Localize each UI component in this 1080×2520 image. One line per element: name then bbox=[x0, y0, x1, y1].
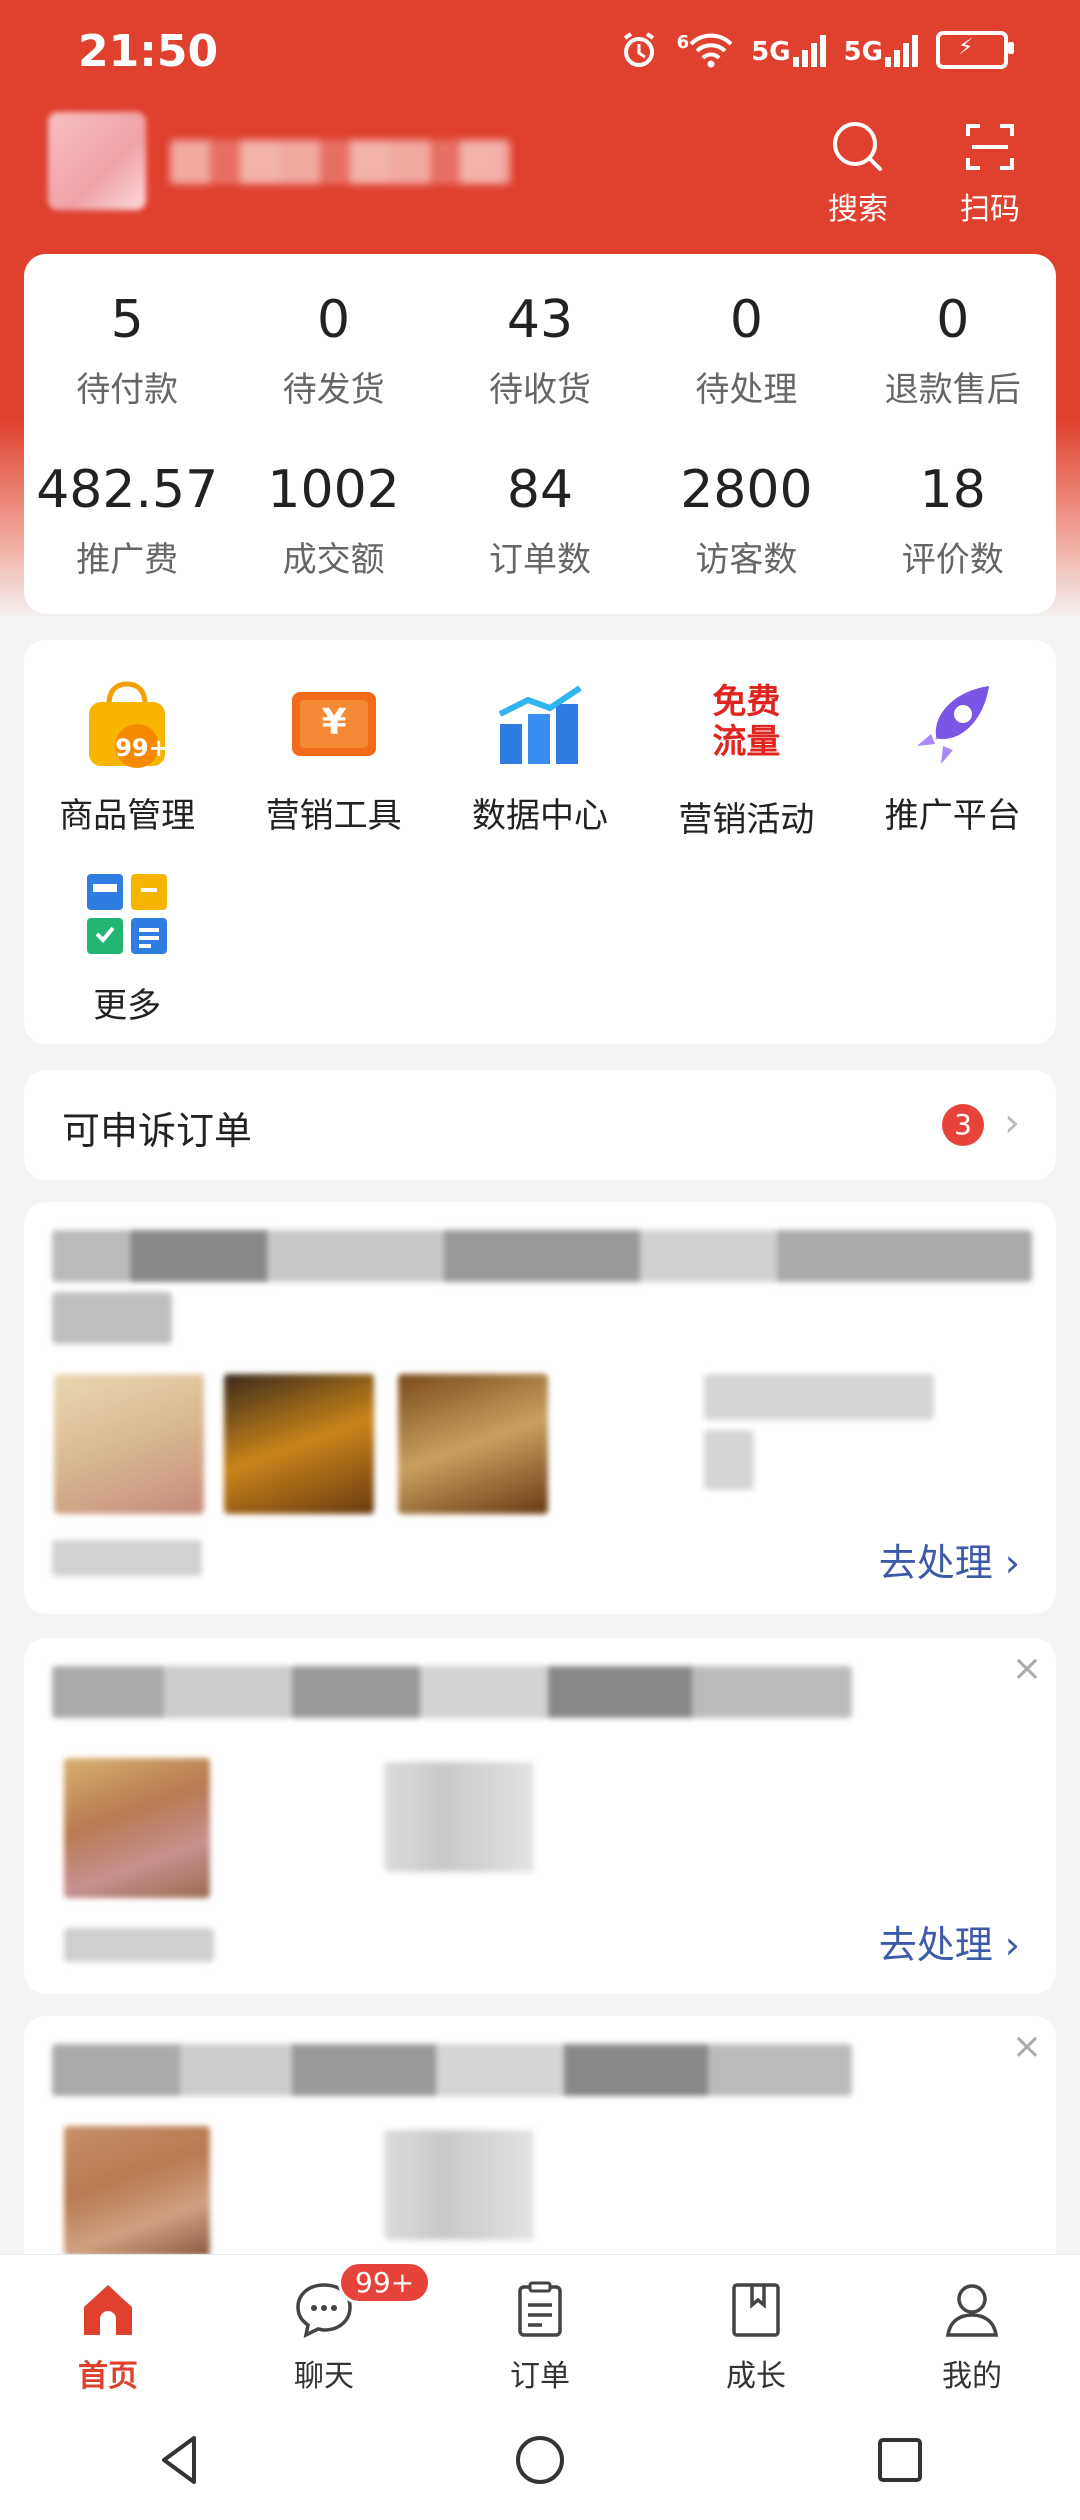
close-icon[interactable]: × bbox=[1012, 1648, 1042, 1689]
handle-order-button[interactable]: 去处理 › bbox=[879, 1532, 1020, 1587]
product-thumbnail[interactable] bbox=[64, 1758, 210, 1898]
search-button[interactable]: 搜索 bbox=[808, 114, 908, 228]
signal-icon bbox=[885, 33, 918, 67]
stat-review-count[interactable]: 18 评价数 bbox=[850, 460, 1056, 581]
battery-icon: ⚡ bbox=[936, 31, 1014, 69]
stat-refund-aftersale[interactable]: 0 退款售后 bbox=[850, 290, 1056, 411]
appeal-count-badge: 3 bbox=[942, 1104, 984, 1146]
tools-grid-card: 99+ 商品管理 ¥ 营销工具 数据中心 免费 流量 营销活动 推广平台 更多 bbox=[24, 640, 1056, 1044]
home-circle-icon[interactable] bbox=[510, 2430, 570, 2490]
free-traffic-icon: 免费 流量 bbox=[700, 678, 792, 774]
home-icon bbox=[84, 2285, 132, 2335]
close-icon[interactable]: × bbox=[1012, 2026, 1042, 2067]
free-text: 免费 bbox=[712, 682, 781, 722]
stat-pending-receipt[interactable]: 43 待收货 bbox=[437, 290, 643, 411]
back-icon[interactable] bbox=[150, 2430, 210, 2490]
order-card: × 去处理 › bbox=[24, 1638, 1056, 1994]
tab-growth[interactable]: 成长 bbox=[648, 2255, 864, 2401]
order-status-row: 5 待付款 0 待发货 43 待收货 0 待处理 0 退款售后 bbox=[24, 290, 1056, 411]
bar-chart-icon bbox=[494, 678, 586, 770]
order-info-redacted bbox=[384, 1762, 534, 1872]
order-info-redacted bbox=[384, 2130, 534, 2240]
network-type-2: 5G bbox=[843, 37, 883, 67]
order-title-redacted bbox=[52, 1666, 852, 1718]
business-metrics-row: 482.57 推广费 1002 成交额 84 订单数 2800 访客数 18 评价数 bbox=[24, 460, 1056, 581]
order-info-redacted bbox=[704, 1430, 754, 1490]
coupon-icon: ¥ bbox=[283, 678, 384, 770]
order-card: × bbox=[24, 2016, 1056, 2276]
tool-data-center[interactable]: 数据中心 bbox=[437, 678, 643, 841]
order-title-redacted bbox=[52, 2044, 852, 2096]
network-type-1: 5G bbox=[751, 37, 791, 67]
tool-product-management[interactable]: 99+ 商品管理 bbox=[24, 678, 230, 841]
alarm-icon bbox=[623, 32, 654, 67]
shop-avatar[interactable] bbox=[48, 112, 146, 210]
product-thumbnail[interactable] bbox=[224, 1374, 374, 1514]
product-badge: 99+ bbox=[115, 734, 169, 762]
shop-header: 搜索 扫码 bbox=[0, 100, 1080, 250]
appeal-title: 可申诉订单 bbox=[62, 1109, 253, 1153]
stat-visitor-count[interactable]: 2800 访客数 bbox=[643, 460, 849, 581]
tools-row-1: 99+ 商品管理 ¥ 营销工具 数据中心 免费 流量 营销活动 推广平台 bbox=[24, 678, 1056, 841]
wifi-icon bbox=[689, 33, 733, 68]
scan-icon bbox=[966, 124, 1014, 170]
product-thumbnail[interactable] bbox=[398, 1374, 548, 1514]
order-title-redacted bbox=[52, 1230, 1032, 1282]
more-grid-icon bbox=[81, 868, 173, 960]
stat-order-count[interactable]: 84 订单数 bbox=[437, 460, 643, 581]
tool-more[interactable]: 更多 bbox=[24, 868, 230, 1027]
tab-orders[interactable]: 订单 bbox=[432, 2255, 648, 2401]
product-thumbnail[interactable] bbox=[54, 1374, 204, 1514]
stat-pending-handling[interactable]: 0 待处理 bbox=[643, 290, 849, 411]
handle-order-button[interactable]: 去处理 › bbox=[879, 1914, 1020, 1969]
recents-icon[interactable] bbox=[870, 2430, 930, 2490]
status-icons: 6 5G 5G ⚡ bbox=[619, 30, 1014, 70]
scan-label: 扫码 bbox=[960, 192, 1020, 227]
chevron-right-icon: › bbox=[1004, 1100, 1020, 1146]
shop-name-redacted bbox=[170, 140, 510, 184]
clock: 21:50 bbox=[78, 26, 219, 77]
shopping-bag-icon: 99+ bbox=[81, 678, 173, 770]
tool-promotion-platform[interactable]: 推广平台 bbox=[850, 678, 1056, 841]
tool-marketing-activities[interactable]: 免费 流量 营销活动 bbox=[643, 678, 849, 841]
book-icon bbox=[732, 2283, 780, 2337]
yen-glyph: ¥ bbox=[321, 702, 347, 743]
traffic-text: 流量 bbox=[712, 722, 781, 762]
bottom-tab-bar: 首页 99+ 聊天 订单 成长 我的 bbox=[0, 2254, 1080, 2401]
tools-row-2: 更多 bbox=[24, 868, 1056, 1027]
tab-chat[interactable]: 99+ 聊天 bbox=[216, 2255, 432, 2401]
stat-promotion-fee[interactable]: 482.57 推广费 bbox=[24, 460, 230, 581]
order-card: 去处理 › bbox=[24, 1202, 1056, 1614]
tool-marketing-tools[interactable]: ¥ 营销工具 bbox=[230, 678, 436, 841]
stat-pending-shipment[interactable]: 0 待发货 bbox=[230, 290, 436, 411]
stat-transaction-amount[interactable]: 1002 成交额 bbox=[230, 460, 436, 581]
order-meta-redacted bbox=[64, 1928, 214, 1962]
search-label: 搜索 bbox=[828, 192, 888, 227]
search-icon bbox=[833, 122, 882, 171]
rocket-icon bbox=[907, 678, 999, 770]
appealable-orders-row[interactable]: 可申诉订单 3 › bbox=[24, 1070, 1056, 1180]
order-meta-redacted bbox=[52, 1540, 202, 1576]
wifi-tag: 6 bbox=[676, 32, 690, 53]
product-thumbnail[interactable] bbox=[64, 2126, 210, 2256]
signal-icon bbox=[792, 33, 826, 67]
system-navigation-bar bbox=[0, 2400, 1080, 2520]
stat-pending-payment[interactable]: 5 待付款 bbox=[24, 290, 230, 411]
order-info-redacted bbox=[704, 1374, 934, 1420]
shop-stats-card: 5 待付款 0 待发货 43 待收货 0 待处理 0 退款售后 482.57 推广费 100… bbox=[24, 254, 1056, 614]
profile-icon bbox=[945, 2284, 999, 2337]
scan-button[interactable]: 扫码 bbox=[940, 114, 1040, 228]
chat-unread-badge: 99+ bbox=[338, 2261, 432, 2304]
order-title-redacted bbox=[52, 1292, 172, 1344]
status-bar: 21:50 6 5G 5G ⚡ bbox=[0, 0, 1080, 100]
order-icon bbox=[518, 2281, 562, 2337]
tab-home[interactable]: 首页 bbox=[0, 2255, 216, 2401]
tab-profile[interactable]: 我的 bbox=[864, 2255, 1080, 2401]
